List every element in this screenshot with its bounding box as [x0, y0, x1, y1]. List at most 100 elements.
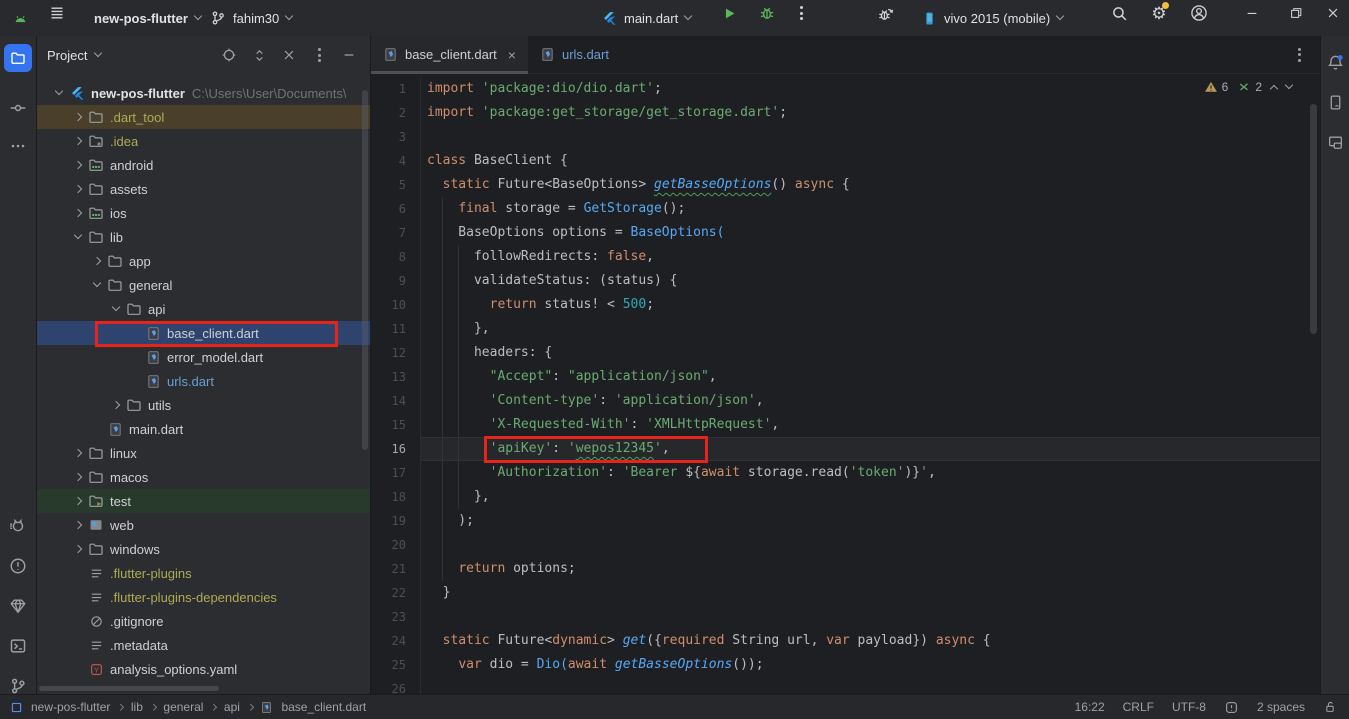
tree-item-urls-dart[interactable]: urls.dart: [37, 369, 370, 393]
tree-item-base-client-dart[interactable]: base_client.dart: [37, 321, 370, 345]
line-number[interactable]: 24: [371, 629, 420, 653]
search-everywhere-button[interactable]: [1106, 0, 1132, 26]
tree-item-test[interactable]: test: [37, 489, 370, 513]
line-number[interactable]: 8: [371, 245, 420, 269]
line-number[interactable]: 18: [371, 485, 420, 509]
problems-tool-button[interactable]: [4, 552, 32, 580]
code-line-15[interactable]: 'X-Requested-With': 'XMLHttpRequest',: [421, 413, 1320, 437]
chevron-right-icon[interactable]: [70, 474, 86, 480]
tree-item-dart-tool[interactable]: .dart_tool: [37, 105, 370, 129]
code-area[interactable]: 1234567891011121314151617181920212223242…: [371, 74, 1320, 694]
close-button[interactable]: [1318, 0, 1348, 26]
code-line-4[interactable]: class BaseClient {: [421, 149, 1320, 173]
main-menu-icon[interactable]: [44, 0, 70, 26]
minimize-button[interactable]: [1232, 0, 1272, 26]
hide-panel-button[interactable]: [338, 44, 360, 66]
breadcrumb-item[interactable]: api: [224, 700, 240, 714]
line-number[interactable]: 2: [371, 101, 420, 125]
device-manager-button[interactable]: [1321, 88, 1349, 116]
line-separator[interactable]: CRLF: [1123, 700, 1154, 714]
vcs-branch-widget[interactable]: fahim30: [210, 0, 292, 36]
chevron-right-icon[interactable]: [70, 162, 86, 168]
code-line-18[interactable]: },: [421, 485, 1320, 509]
breadcrumb-item[interactable]: new-pos-flutter: [31, 700, 110, 714]
chevron-right-icon[interactable]: [70, 138, 86, 144]
code-line-1[interactable]: import 'package:dio/dio.dart';: [421, 77, 1320, 101]
chevron-right-icon[interactable]: [70, 210, 86, 216]
prev-highlight-icon[interactable]: [1270, 85, 1278, 93]
chevron-right-icon[interactable]: [108, 402, 124, 408]
editor-vertical-scrollbar[interactable]: [1310, 104, 1317, 334]
line-number[interactable]: 15: [371, 413, 420, 437]
code-line-8[interactable]: followRedirects: false,: [421, 245, 1320, 269]
code-line-25[interactable]: var dio = Dio(await getBasseOptions());: [421, 653, 1320, 677]
code-line-6[interactable]: final storage = GetStorage();: [421, 197, 1320, 221]
code-column[interactable]: import 'package:dio/dio.dart';import 'pa…: [421, 77, 1320, 694]
code-line-9[interactable]: validateStatus: (status) {: [421, 269, 1320, 293]
breadcrumb-item[interactable]: general: [163, 700, 203, 714]
code-line-20[interactable]: [421, 533, 1320, 557]
notifications-button[interactable]: [1321, 48, 1349, 76]
line-number[interactable]: 25: [371, 653, 420, 677]
settings-button[interactable]: ⚙: [1146, 0, 1172, 26]
line-number[interactable]: 26: [371, 677, 420, 694]
line-number[interactable]: 4: [371, 149, 420, 173]
tree-item-lib[interactable]: lib: [37, 225, 370, 249]
terminal-tool-button[interactable]: [4, 632, 32, 660]
line-number[interactable]: 6: [371, 197, 420, 221]
chevron-right-icon[interactable]: [70, 114, 86, 120]
tree-item-api[interactable]: api: [37, 297, 370, 321]
tree-item-flutter-plugins-dependencies[interactable]: .flutter-plugins-dependencies: [37, 585, 370, 609]
close-tab-icon[interactable]: ×: [508, 47, 516, 63]
tree-item-windows[interactable]: windows: [37, 537, 370, 561]
line-number[interactable]: 12: [371, 341, 420, 365]
project-widget[interactable]: new-pos-flutter: [94, 0, 201, 36]
profile-button[interactable]: [1186, 0, 1212, 26]
code-line-13[interactable]: "Accept": "application/json",: [421, 365, 1320, 389]
code-line-11[interactable]: },: [421, 317, 1320, 341]
tree-item-macos[interactable]: macos: [37, 465, 370, 489]
caret-position[interactable]: 16:22: [1075, 700, 1105, 714]
breadcrumb-item[interactable]: lib: [131, 700, 143, 714]
tree-item-flutter-plugins[interactable]: .flutter-plugins: [37, 561, 370, 585]
line-number-gutter[interactable]: 1234567891011121314151617181920212223242…: [371, 77, 421, 694]
chevron-right-icon[interactable]: [70, 450, 86, 456]
inspections-icon[interactable]: [1224, 700, 1239, 715]
line-number[interactable]: 19: [371, 509, 420, 533]
tree-item-new-pos-flutter[interactable]: new-pos-flutterC:\Users\User\Documents\: [37, 81, 370, 105]
chevron-down-icon[interactable]: [108, 308, 124, 310]
tree-item-error-model-dart[interactable]: error_model.dart: [37, 345, 370, 369]
panel-options-button[interactable]: [308, 44, 330, 66]
indent-setting[interactable]: 2 spaces: [1257, 700, 1305, 714]
code-line-10[interactable]: return status! < 500;: [421, 293, 1320, 317]
next-highlight-icon[interactable]: [1285, 81, 1293, 89]
line-number[interactable]: 17: [371, 461, 420, 485]
line-number[interactable]: 11: [371, 317, 420, 341]
tree-item-ios[interactable]: ios: [37, 201, 370, 225]
commit-tool-button[interactable]: [4, 94, 32, 122]
line-number[interactable]: 13: [371, 365, 420, 389]
line-number[interactable]: 9: [371, 269, 420, 293]
tree-item-linux[interactable]: linux: [37, 441, 370, 465]
code-line-7[interactable]: BaseOptions options = BaseOptions(: [421, 221, 1320, 245]
expand-all-button[interactable]: [248, 44, 270, 66]
code-line-12[interactable]: headers: {: [421, 341, 1320, 365]
chevron-down-icon[interactable]: [51, 92, 67, 94]
chevron-right-icon[interactable]: [70, 498, 86, 504]
line-number[interactable]: 14: [371, 389, 420, 413]
tree-item-main-dart[interactable]: main.dart: [37, 417, 370, 441]
run-button[interactable]: [716, 0, 742, 26]
code-line-19[interactable]: );: [421, 509, 1320, 533]
tree-item-general[interactable]: general: [37, 273, 370, 297]
select-opened-file-button[interactable]: [218, 44, 240, 66]
dart-analysis-tool-button[interactable]: [4, 592, 32, 620]
running-devices-button[interactable]: [1321, 128, 1349, 156]
code-line-14[interactable]: 'Content-type': 'application/json',: [421, 389, 1320, 413]
line-number[interactable]: 5: [371, 173, 420, 197]
tree-item-idea[interactable]: .idea: [37, 129, 370, 153]
code-line-2[interactable]: import 'package:get_storage/get_storage.…: [421, 101, 1320, 125]
line-number[interactable]: 20: [371, 533, 420, 557]
code-line-23[interactable]: [421, 605, 1320, 629]
line-number[interactable]: 21: [371, 557, 420, 581]
line-number[interactable]: 10: [371, 293, 420, 317]
